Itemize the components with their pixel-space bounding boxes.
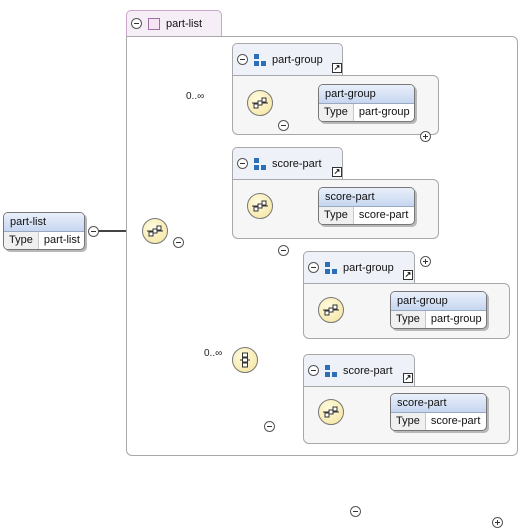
element-type-key: Type: [391, 311, 426, 328]
root-type-value: part-list: [43, 234, 80, 246]
sequence-collapse-icon[interactable]: [173, 237, 184, 248]
root-collapse-icon[interactable]: [88, 226, 99, 237]
choice-collapse-icon[interactable]: [264, 421, 275, 432]
sequence-icon: [147, 225, 163, 237]
expand-icon[interactable]: [420, 131, 431, 142]
element-type-key: Type: [319, 104, 354, 121]
group-title: score-part: [272, 157, 322, 170]
container-title: part-list: [166, 17, 203, 30]
element-box-score-part[interactable]: score-part Type score-part: [390, 393, 487, 431]
group-tab-score-part[interactable]: score-part ↗: [303, 354, 415, 386]
group-sequence-compositor[interactable]: [318, 297, 344, 323]
root-element-box[interactable]: part-list Type part-list: [3, 212, 85, 250]
group-collapse-icon[interactable]: [308, 365, 319, 376]
reference-arrow-icon: ↗: [332, 167, 342, 177]
sequence-icon: [323, 406, 339, 418]
element-name: part-group: [319, 85, 414, 104]
element-type-value: part-group: [358, 106, 410, 118]
expand-icon[interactable]: [492, 517, 503, 528]
element-type-value: score-part: [358, 209, 409, 221]
container-tab[interactable]: part-list: [126, 10, 222, 36]
root-element-name: part-list: [4, 213, 84, 232]
element-name: part-group: [391, 292, 486, 311]
group-collapse-icon[interactable]: [237, 158, 248, 169]
reference-arrow-icon: ↗: [403, 373, 413, 383]
group-sequence-collapse-icon[interactable]: [278, 120, 289, 131]
group-sequence-compositor[interactable]: [318, 399, 344, 425]
group-icon: [254, 53, 266, 66]
element-name: score-part: [319, 188, 414, 207]
reference-arrow-icon: ↗: [403, 270, 413, 280]
group-tab-score-part[interactable]: score-part ↗: [232, 147, 343, 179]
element-type-key: Type: [319, 207, 354, 224]
element-type-key: Type: [391, 413, 426, 430]
group-icon: [325, 261, 337, 274]
group-tab-part-group[interactable]: part-group ↗: [303, 251, 415, 283]
group-sequence-compositor[interactable]: [247, 193, 273, 219]
sequence-icon: [323, 304, 339, 316]
group-title: score-part: [343, 364, 393, 377]
group-title: part-group: [343, 261, 394, 274]
choice-compositor[interactable]: [232, 347, 258, 373]
element-box-part-group[interactable]: part-group Type part-group: [390, 291, 487, 329]
group-tab-part-group[interactable]: part-group ↗: [232, 43, 343, 75]
element-box-part-group[interactable]: part-group Type part-group: [318, 84, 415, 122]
group-collapse-icon[interactable]: [308, 262, 319, 273]
element-name: score-part: [391, 394, 486, 413]
group-sequence-compositor[interactable]: [247, 90, 273, 116]
complex-type-icon: [148, 17, 160, 30]
container-collapse-icon[interactable]: [131, 18, 142, 29]
root-type-key: Type: [4, 232, 39, 249]
group-sequence-collapse-icon[interactable]: [278, 245, 289, 256]
reference-arrow-icon: ↗: [332, 63, 342, 73]
sequence-icon: [252, 200, 268, 212]
group-sequence-collapse-icon[interactable]: [350, 506, 361, 517]
group-title: part-group: [272, 53, 323, 66]
group-collapse-icon[interactable]: [237, 54, 248, 65]
sequence-compositor[interactable]: [142, 218, 168, 244]
element-type-value: score-part: [430, 415, 481, 427]
choice-cardinality: 0..∞: [204, 348, 223, 359]
group-icon: [325, 364, 337, 377]
sequence-icon: [252, 97, 268, 109]
expand-icon[interactable]: [420, 256, 431, 267]
group-icon: [254, 157, 266, 170]
element-type-value: part-group: [430, 313, 482, 325]
choice-icon: [240, 352, 250, 368]
element-box-score-part[interactable]: score-part Type score-part: [318, 187, 415, 225]
sequence-cardinality: 0..∞: [186, 91, 205, 102]
